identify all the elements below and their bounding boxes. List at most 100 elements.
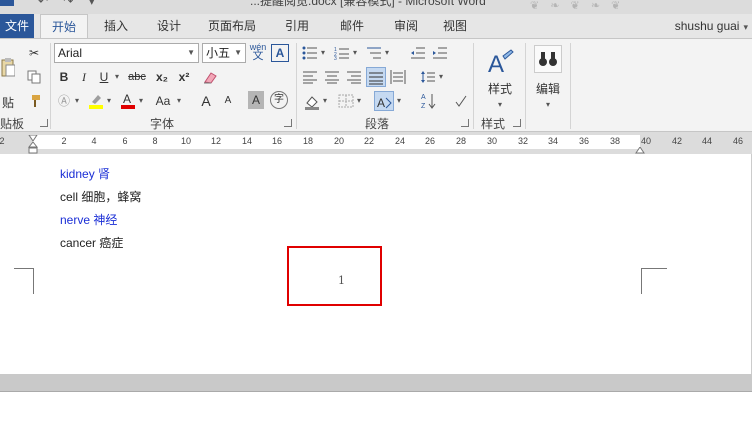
chevron-down-icon[interactable]: ▾ — [112, 67, 122, 87]
tab-references[interactable]: 引用 — [276, 14, 318, 38]
chevron-down-icon[interactable]: ▾ — [318, 43, 328, 63]
tab-file[interactable]: 文件 — [0, 14, 34, 38]
document-page[interactable]: kidney 肾 cell 细胞，蜂窝 nerve 神经 cancer 癌症 1 — [0, 154, 752, 374]
font-launcher-icon[interactable] — [284, 119, 292, 127]
chevron-down-icon[interactable]: ▾ — [104, 91, 114, 111]
phonetic-guide-button[interactable]: wén 文 — [248, 43, 268, 65]
font-size-combo[interactable]: 小五 ▼ — [202, 43, 246, 63]
margin-corner-mark-left — [14, 268, 34, 294]
align-center-icon[interactable] — [322, 67, 342, 87]
chevron-down-icon[interactable]: ▾ — [320, 91, 330, 111]
hanging-indent-marker[interactable] — [27, 141, 39, 154]
next-document-page[interactable] — [0, 392, 752, 439]
document-line-2[interactable]: cell 细胞，蜂窝 — [60, 188, 141, 205]
superscript-button[interactable]: x² — [174, 67, 194, 87]
strikethrough-button[interactable]: abc — [124, 67, 150, 87]
tab-design[interactable]: 设计 — [148, 14, 190, 38]
show-formatting-marks-icon[interactable] — [450, 91, 470, 111]
copy-icon[interactable] — [24, 67, 44, 87]
user-name: shushu guai — [674, 19, 740, 33]
ruler-tick: 6 — [122, 136, 128, 146]
chevron-down-icon[interactable]: ▾ — [136, 91, 146, 111]
tab-mailings[interactable]: 邮件 — [331, 14, 373, 38]
chevron-down-icon[interactable]: ▾ — [350, 43, 360, 63]
asian-layout-icon[interactable]: A — [374, 91, 394, 111]
shading-icon[interactable] — [302, 91, 322, 111]
distributed-icon[interactable] — [388, 67, 408, 87]
document-line-4[interactable]: cancer 癌症 — [60, 234, 123, 251]
align-left-icon[interactable] — [300, 67, 320, 87]
tab-review[interactable]: 审阅 — [385, 14, 427, 38]
chevron-down-icon[interactable]: ▾ — [436, 67, 446, 87]
tab-insert[interactable]: 插入 — [95, 14, 137, 38]
quick-access-toolbar[interactable]: ↶ ↷ ▾ — [38, 0, 101, 8]
chevron-down-icon[interactable]: ▾ — [538, 95, 558, 115]
bullets-icon[interactable] — [300, 43, 320, 63]
multilevel-list-icon[interactable] — [364, 43, 384, 63]
change-case-button[interactable]: Aa — [150, 91, 176, 111]
svg-text:A: A — [421, 94, 426, 101]
decrease-indent-icon[interactable] — [408, 43, 428, 63]
window-title: ...提醒阅览.docx [兼容模式] - Microsoft Word — [250, 0, 486, 8]
ruler-tick: 40 — [640, 136, 651, 146]
increase-indent-icon[interactable] — [430, 43, 450, 63]
ruler-tick: 28 — [455, 136, 466, 146]
group-divider — [570, 43, 571, 129]
format-painter-icon[interactable] — [24, 91, 44, 111]
sort-icon[interactable]: AZ — [418, 89, 438, 111]
first-line-indent-marker[interactable] — [28, 132, 38, 142]
svg-text:A: A — [488, 51, 504, 78]
tab-home[interactable]: 开始 — [40, 14, 88, 39]
clear-formatting-icon[interactable] — [200, 67, 220, 87]
ruler-tick: 20 — [333, 136, 344, 146]
chevron-down-icon[interactable]: ▾ — [382, 43, 392, 63]
chevron-down-icon[interactable]: ▾ — [174, 91, 184, 111]
shrink-font-button[interactable]: A — [218, 91, 238, 111]
subscript-button[interactable]: x₂ — [152, 67, 172, 87]
enclose-characters-button[interactable]: 字 — [270, 91, 288, 109]
document-line-1[interactable]: kidney 肾 — [60, 165, 110, 182]
ruler-tick: 8 — [152, 136, 158, 146]
align-right-icon[interactable] — [344, 67, 364, 87]
styles-launcher-icon[interactable] — [513, 119, 521, 127]
borders-icon[interactable] — [336, 91, 356, 111]
paste-icon[interactable] — [0, 55, 16, 81]
character-border-button[interactable]: A — [271, 44, 289, 62]
bold-button[interactable]: B — [54, 67, 74, 87]
tab-page-layout[interactable]: 页面布局 — [200, 14, 264, 38]
chevron-down-icon[interactable]: ▾ — [394, 91, 404, 111]
paragraph-launcher-icon[interactable] — [461, 119, 469, 127]
line-spacing-icon[interactable] — [418, 67, 438, 87]
chevron-down-icon[interactable]: ▾ — [72, 91, 82, 111]
chevron-down-icon[interactable]: ▾ — [490, 95, 510, 115]
styles-icon[interactable]: A — [484, 45, 516, 78]
italic-button[interactable]: I — [74, 67, 94, 87]
clipboard-launcher-icon[interactable] — [40, 119, 48, 127]
ruler-tick: 26 — [424, 136, 435, 146]
binoculars-icon[interactable] — [534, 45, 562, 73]
justify-icon[interactable] — [366, 67, 386, 87]
grow-font-button[interactable]: A — [196, 91, 216, 111]
font-name-combo[interactable]: Arial ▼ — [54, 43, 199, 63]
svg-text:A: A — [377, 96, 385, 109]
ruler-tick: 18 — [302, 136, 313, 146]
chevron-down-icon[interactable]: ▾ — [354, 91, 364, 111]
tab-view[interactable]: 视图 — [434, 14, 476, 38]
horizontal-ruler[interactable]: 2 2 4 6 8 10 12 14 16 18 20 22 24 26 28 … — [0, 132, 752, 154]
highlight-color-icon[interactable] — [86, 89, 106, 111]
underline-button[interactable]: U — [94, 67, 114, 87]
numbering-icon[interactable]: 123 — [332, 43, 352, 63]
text-effects-icon[interactable]: Ⓐ — [54, 91, 74, 111]
ruler-tick: 44 — [701, 136, 712, 146]
document-line-3[interactable]: nerve 神经 — [60, 211, 117, 228]
cut-icon[interactable]: ✂ — [24, 43, 44, 63]
font-color-icon[interactable]: A — [118, 89, 138, 111]
user-account[interactable]: shushu guai ▾ — [675, 14, 748, 38]
character-shading-button[interactable]: A — [248, 91, 264, 109]
paste-label[interactable]: 贴 — [0, 93, 16, 113]
font-size-value: 小五 — [206, 46, 231, 60]
svg-text:Z: Z — [421, 103, 426, 110]
ruler-tick: 16 — [271, 136, 282, 146]
ruler-tick: 30 — [486, 136, 497, 146]
chevron-down-icon: ▼ — [187, 48, 195, 57]
